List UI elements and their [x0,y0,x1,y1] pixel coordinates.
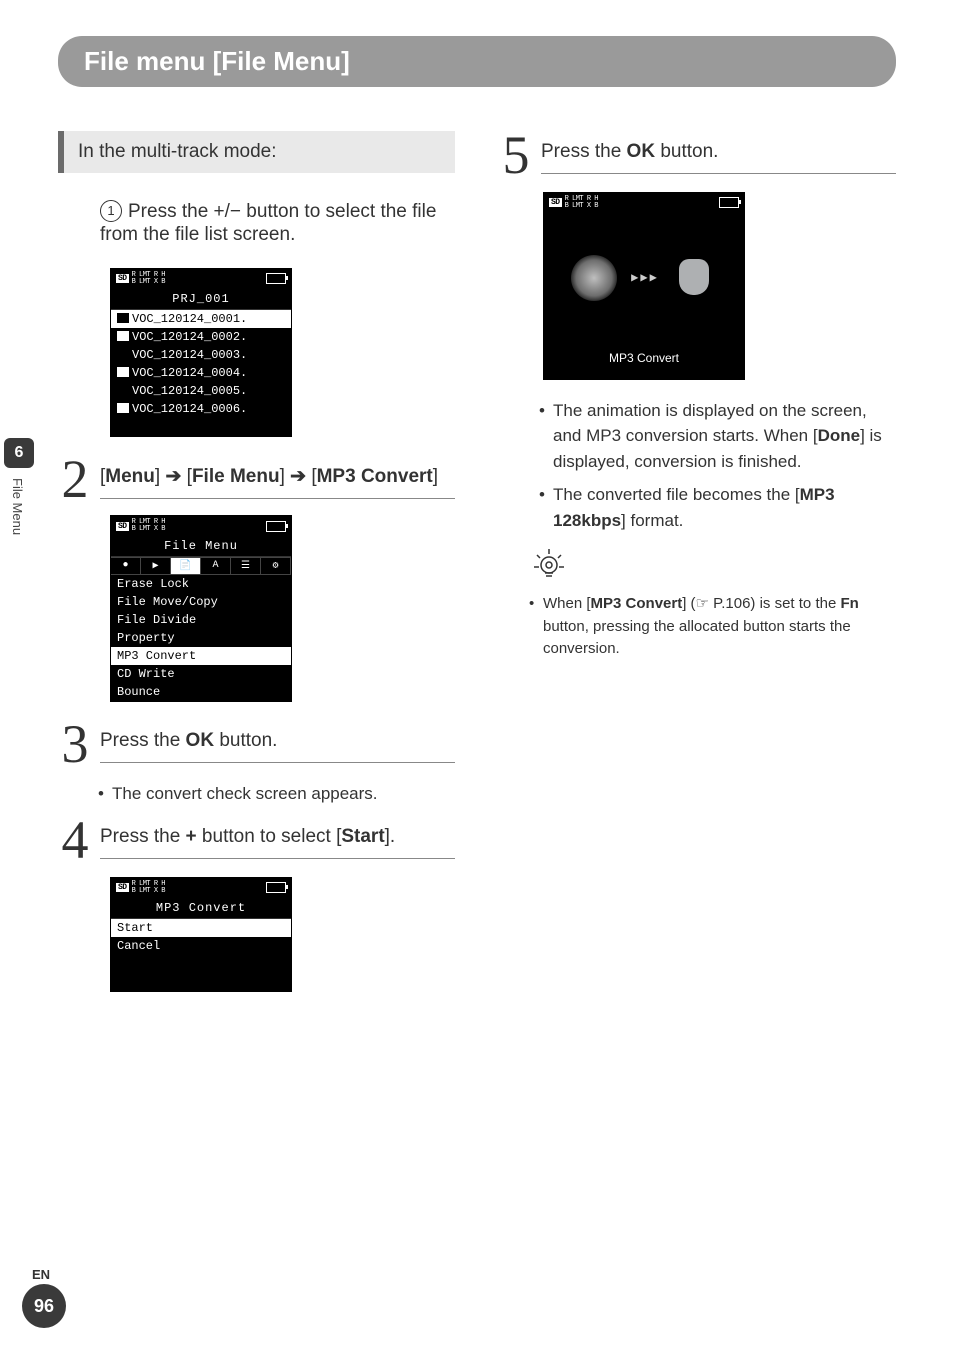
sd-icon: SD [116,522,129,531]
list-item: File Move/Copy [111,593,291,611]
step-2-number: 2 [58,455,92,504]
sd-icon: SD [116,883,129,892]
list-item: CD Write [111,665,291,683]
arrows-icon: ▶▶▶ [631,270,659,285]
step-2-text: [Menu] ➔ [File Menu] ➔ [MP3 Convert] [100,455,455,499]
page-title: File menu [File Menu] [84,46,350,76]
step-3-number: 3 [58,720,92,769]
list-item: MP3 Convert [111,647,291,665]
battery-icon [266,521,286,532]
step-4-text: Press the + button to select [Start]. [100,816,455,859]
step-4-number: 4 [58,816,92,865]
list-item: VOC_120124_0004. [111,364,291,382]
step-1-text: 1Press the +/− button to select the file… [100,191,455,256]
screen1-title: PRJ_001 [111,289,291,310]
tab-icon: ⚙ [261,558,291,574]
bullet: When [MP3 Convert] (☞ P.106) is set to t… [529,593,896,661]
page: File menu [File Menu] 6 File Menu EN 96 … [0,0,954,1354]
bullet: The converted file becomes the [MP3 128k… [539,482,896,533]
screen2-title: File Menu [111,536,291,557]
tab-icon: 📄 [171,558,201,574]
step-3: 3 Press the OK button. [58,720,455,769]
device-screen-animation: SDR LMT R HB LMT X B ▶▶▶ MP3 Convert [543,192,745,380]
tab-icon: ☰ [231,558,261,574]
device-screen-file-list: SDR LMT R HB LMT X B PRJ_001 VOC_120124_… [110,268,292,437]
device-screen-file-menu: SDR LMT R HB LMT X B File Menu ● ▶ 📄 A ☰… [110,515,292,702]
left-column: In the multi-track mode: 1Press the +/− … [58,125,455,1010]
device-screen-mp3-convert: SDR LMT R HB LMT X B MP3 Convert Start C… [110,877,292,992]
right-column: 5 Press the OK button. SDR LMT R HB LMT … [499,125,896,1010]
file-icon [117,313,129,323]
page-title-bar: File menu [File Menu] [58,36,896,87]
file-icon [117,403,129,413]
circled-1-icon: 1 [100,200,122,222]
screen4-title: MP3 Convert [111,898,291,919]
lang-label: EN [32,1267,66,1282]
disc-icon [571,255,617,301]
list-item: Bounce [111,683,291,701]
sd-icon: SD [116,274,129,283]
chapter-badge: 6 [4,438,34,468]
list-item: VOC_120124_0002. [111,328,291,346]
list-item: Property [111,629,291,647]
status-bar: SDR LMT R HB LMT X B [544,193,744,213]
tab-icon: A [201,558,231,574]
list-item: VOC_120124_0005. [111,382,291,400]
list-item: VOC_120124_0003. [111,346,291,364]
sd-icon: SD [549,198,562,207]
step-4: 4 Press the + button to select [Start]. [58,816,455,865]
step-3-bullets: The convert check screen appears. [98,781,455,807]
list-item: VOC_120124_0001. [111,310,291,328]
battery-icon [266,882,286,893]
animation-caption: MP3 Convert [544,343,744,379]
step-5-bullets: The animation is displayed on the screen… [539,398,896,534]
battery-icon [719,197,739,208]
bullet: The animation is displayed on the screen… [539,398,896,475]
list-item: VOC_120124_0006. [111,400,291,418]
chapter-label: File Menu [10,478,25,535]
content-columns: In the multi-track mode: 1Press the +/− … [58,125,896,1010]
list-item: Cancel [111,937,291,955]
side-tab: 6 File Menu [0,438,38,535]
file-icon [117,331,129,341]
step-2: 2 [Menu] ➔ [File Menu] ➔ [MP3 Convert] [58,455,455,504]
bullet: The convert check screen appears. [98,781,455,807]
step-5-number: 5 [499,131,533,180]
battery-icon [266,273,286,284]
list-item: Erase Lock [111,575,291,593]
tip-bullets: When [MP3 Convert] (☞ P.106) is set to t… [529,593,896,661]
step-5-text: Press the OK button. [541,131,896,174]
tab-icon: ▶ [141,558,171,574]
status-bar: SDR LMT R HB LMT X B [111,269,291,289]
step-5: 5 Press the OK button. [499,131,896,180]
tab-icon: ● [111,558,141,574]
page-number-badge: EN 96 [22,1267,66,1328]
list-item: File Divide [111,611,291,629]
page-number: 96 [22,1284,66,1328]
animation-body: ▶▶▶ [544,213,744,343]
mode-callout: In the multi-track mode: [58,131,455,173]
file-icon [117,367,129,377]
status-bar: SDR LMT R HB LMT X B [111,878,291,898]
step-3-text: Press the OK button. [100,720,455,763]
tab-strip: ● ▶ 📄 A ☰ ⚙ [111,557,291,575]
step-1: 1Press the +/− button to select the file… [58,191,455,256]
lightbulb-tip-icon [529,543,569,583]
status-bar: SDR LMT R HB LMT X B [111,516,291,536]
music-note-icon [673,253,717,303]
list-item: Start [111,919,291,937]
